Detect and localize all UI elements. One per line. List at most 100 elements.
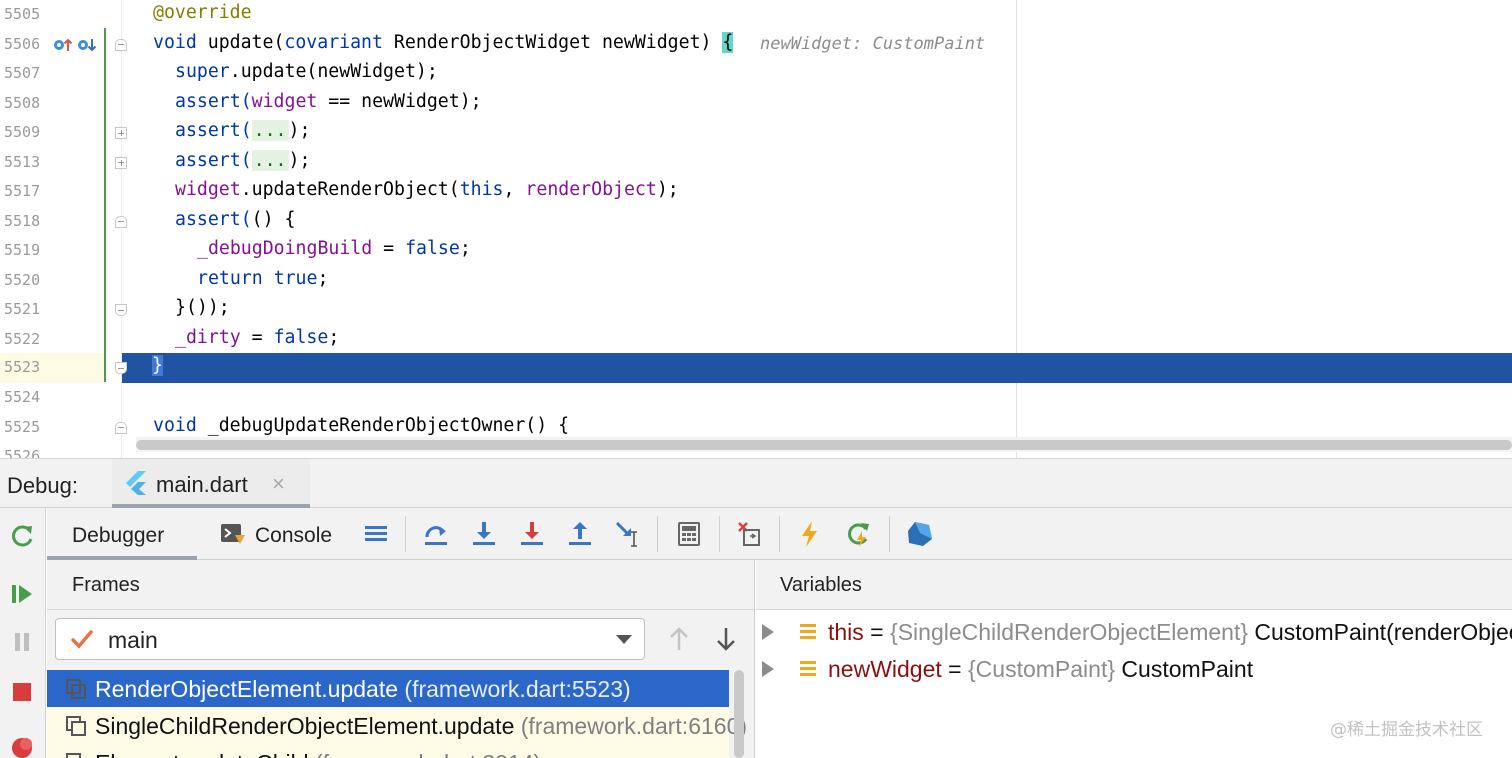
toolbar-separator [889, 516, 890, 552]
evaluate-icon[interactable] [674, 519, 704, 549]
frame-row[interactable]: RenderObjectElement.update (framework.da… [47, 670, 729, 707]
rerun-icon[interactable] [8, 522, 36, 550]
code-text: = [372, 238, 406, 259]
step-over-icon[interactable] [421, 519, 451, 549]
code-text: == newWidget); [317, 90, 482, 112]
keyword-assert: assert( [175, 90, 252, 112]
line-number: 5522 [4, 329, 41, 348]
line-number: 5517 [4, 182, 41, 200]
variables-title: Variables [780, 574, 862, 596]
run-to-cursor-icon[interactable] [613, 519, 643, 549]
line-number: 5509 [4, 123, 41, 141]
force-step-into-icon[interactable] [517, 519, 547, 549]
line-number: 5507 [4, 64, 41, 82]
frame-row[interactable]: Element.updateChild (framework.dart:3014… [47, 744, 729, 758]
folded-region[interactable]: ... [251, 149, 289, 171]
frame-row[interactable]: SingleChildRenderObjectElement.update (f… [47, 707, 747, 744]
frames-panel: Frames main RenderObjectElement.update (… [47, 560, 755, 758]
hot-restart-icon[interactable] [843, 519, 873, 549]
tab-debugger[interactable]: Debugger [47, 508, 197, 560]
field-widget: widget [175, 179, 241, 200]
step-into-icon[interactable] [469, 519, 499, 549]
code-line[interactable]: 5517 widget.updateRenderObject(this, ren… [0, 177, 1512, 207]
scrollbar-thumb[interactable] [734, 670, 744, 758]
close-icon[interactable]: × [272, 471, 285, 497]
line-number: 5513 [4, 152, 41, 171]
code-text: ); [656, 179, 679, 200]
expand-arrow-icon[interactable] [762, 624, 774, 640]
closing-brace: } [152, 355, 163, 376]
code-editor[interactable]: 5505 @override 5506 void update(covarian… [0, 0, 1512, 458]
code-line[interactable]: 5508 assert(widget == newWidget); [0, 89, 1512, 119]
debug-actions-strip [0, 508, 46, 758]
arrow-down-icon[interactable] [714, 624, 738, 654]
flutter-icon [126, 471, 146, 495]
console-icon [221, 524, 245, 544]
keyword-super: super [175, 61, 230, 82]
field-icon [800, 661, 816, 676]
field-renderobject: renderObject [525, 179, 657, 200]
code-line[interactable]: 5520 return true; [0, 266, 1512, 296]
keyword-this: this [459, 179, 504, 200]
keyword-void: void [153, 31, 208, 53]
scrollbar-thumb[interactable] [136, 440, 1512, 450]
code-line[interactable]: 5509 assert(...); [0, 118, 1512, 148]
overrides-method-icon[interactable] [52, 36, 74, 54]
horizontal-scrollbar[interactable] [136, 437, 1512, 452]
variable-row[interactable]: this = {SingleChildRenderObjectElement} … [756, 614, 1512, 650]
stop-icon[interactable] [8, 678, 36, 706]
variable-type: {CustomPaint} [968, 656, 1116, 682]
toolbar-separator [657, 516, 658, 552]
arrow-up-icon[interactable] [667, 624, 691, 654]
step-out-icon[interactable] [565, 519, 595, 549]
execution-point-line[interactable]: 5523 } [0, 353, 1512, 383]
code-text: .update(newWidget); [229, 61, 438, 82]
line-number: 5518 [4, 211, 41, 230]
code-line[interactable]: 5521 }()); [0, 295, 1512, 325]
divider [47, 609, 754, 610]
breakpoints-icon[interactable] [8, 734, 36, 758]
expand-arrow-icon[interactable] [762, 661, 774, 677]
tab-console[interactable]: Console [217, 508, 347, 560]
variable-row[interactable]: newWidget = {CustomPaint} CustomPaint [756, 651, 1512, 687]
code-text: }()); [175, 297, 230, 318]
debug-label: Debug: [7, 473, 78, 498]
code-line[interactable]: 5507 super.update(newWidget); [0, 59, 1512, 89]
code-line[interactable]: 5505 @override [0, 0, 1512, 30]
hot-reload-icon[interactable] [795, 519, 825, 549]
code-line[interactable]: 5506 void update(covariant RenderObjectW… [0, 30, 1512, 60]
variable-value: CustomPaint [1115, 656, 1254, 682]
code-text: () { [251, 208, 296, 230]
method-name: update( [207, 31, 285, 53]
show-execution-point-icon[interactable] [361, 519, 391, 549]
mute-breakpoints-icon[interactable] [735, 519, 765, 549]
code-text: = [240, 326, 274, 348]
resume-icon[interactable] [8, 580, 36, 608]
code-line[interactable]: 5519 _debugDoingBuild = false; [0, 236, 1512, 266]
code-text: ); [288, 149, 311, 171]
code-line[interactable]: 5522 _dirty = false; [0, 325, 1512, 355]
vcs-change-marker[interactable] [104, 28, 106, 382]
frame-location: (framework.dart:3014) [315, 750, 541, 758]
overridden-method-icon[interactable] [76, 36, 98, 54]
keyword-assert: assert( [175, 120, 252, 141]
tab-label: main.dart [156, 472, 248, 497]
line-number: 5521 [4, 300, 41, 318]
code-line[interactable]: 5518 assert(() { [0, 207, 1512, 237]
dart-devtools-icon[interactable] [905, 519, 935, 549]
folded-region[interactable]: ... [251, 120, 289, 141]
thread-selector[interactable]: main [55, 618, 645, 660]
frame-method: RenderObjectElement.update [95, 676, 405, 702]
frames-scrollbar[interactable] [733, 670, 745, 758]
code-text: , [503, 179, 526, 200]
tab-main-dart[interactable]: main.dart × [112, 459, 310, 508]
keyword-covariant: covariant [284, 31, 383, 53]
pause-icon[interactable] [8, 628, 36, 656]
keyword-false: false [405, 238, 460, 259]
code-line[interactable]: 5513 assert(...); [0, 148, 1512, 178]
frame-method: Element.updateChild [95, 750, 315, 758]
stack-frame-icon [66, 716, 86, 736]
code-line[interactable]: 5524 [0, 383, 1512, 413]
matched-brace: { [722, 31, 734, 53]
fold-toggle-icon[interactable] [115, 362, 127, 374]
